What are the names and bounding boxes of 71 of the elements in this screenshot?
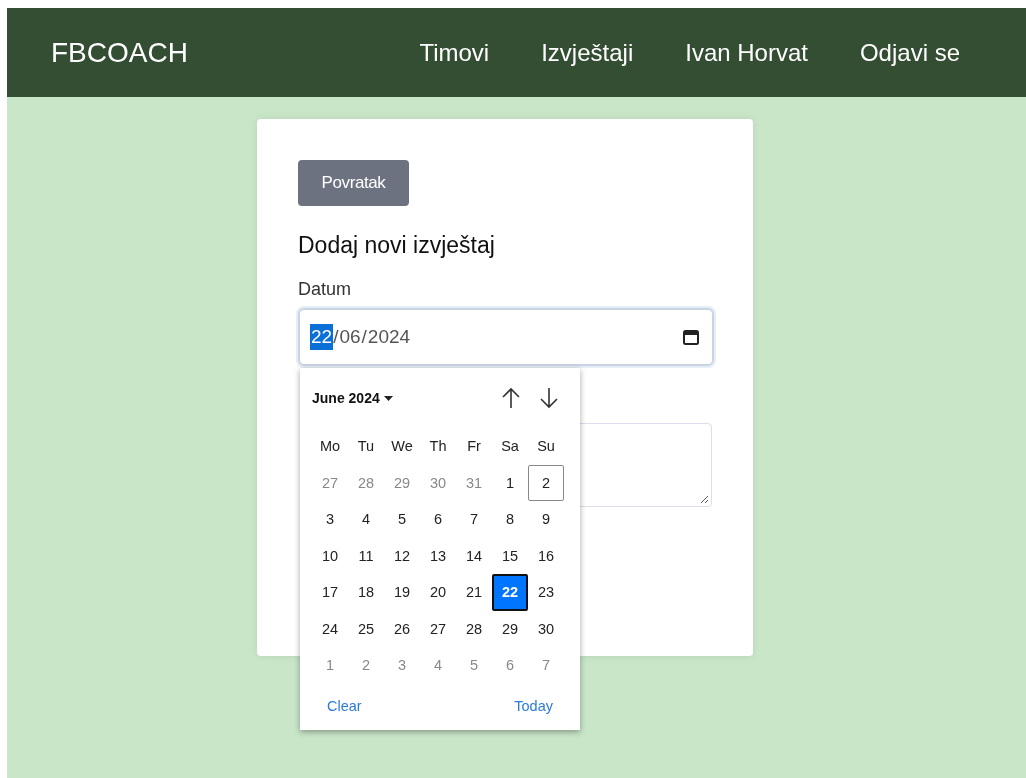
calendar-day[interactable]: 15 [492, 537, 528, 574]
calendar-day[interactable]: 1 [312, 647, 348, 684]
calendar-day[interactable]: 18 [348, 574, 384, 611]
date-input-field[interactable]: 22/06/2024 [298, 308, 714, 366]
calendar-day[interactable]: 1 [492, 464, 528, 501]
calendar-day[interactable]: 20 [420, 574, 456, 611]
nav-link[interactable]: Ivan Horvat [685, 38, 808, 67]
calendar-day[interactable]: 26 [384, 610, 420, 647]
weekday-label: Th [428, 437, 448, 457]
calendar-day[interactable]: 28 [456, 610, 492, 647]
calendar-day[interactable]: 5 [384, 501, 420, 538]
calendar-day[interactable]: 25 [348, 610, 384, 647]
calendar-day[interactable]: 29 [492, 610, 528, 647]
calendar-day[interactable]: 6 [420, 501, 456, 538]
calendar-day[interactable]: 3 [312, 501, 348, 538]
calendar-day[interactable]: 13 [420, 537, 456, 574]
weekday-label: Mo [318, 437, 342, 457]
today-button[interactable]: Today [514, 697, 553, 714]
caret-icon [383, 395, 393, 401]
date-separator: / [333, 326, 339, 348]
calendar-day[interactable]: 30 [528, 610, 564, 647]
calendar-day[interactable]: 14 [456, 537, 492, 574]
calendar-day[interactable]: 7 [528, 647, 564, 684]
calendar-day[interactable]: 7 [456, 501, 492, 538]
month-dropdown[interactable]: June 2024 [312, 390, 393, 406]
date-separator: / [361, 326, 367, 348]
up-arrow-icon[interactable] [500, 387, 522, 409]
weekday-label: Sa [500, 437, 520, 457]
resize-grip-icon[interactable] [700, 495, 709, 504]
calendar-day[interactable]: 27 [420, 610, 456, 647]
calendar-day[interactable]: 19 [384, 574, 420, 611]
calendar-day[interactable]: 4 [420, 647, 456, 684]
date-label: Datum [298, 279, 351, 300]
calendar-day[interactable]: 22 [492, 574, 528, 611]
form-heading: Dodaj novi izvještaj [298, 232, 496, 259]
calendar-day[interactable]: 16 [528, 537, 564, 574]
calendar-day[interactable]: 21 [456, 574, 492, 611]
calendar-day[interactable]: 2 [528, 464, 564, 501]
weekday-label: We [390, 437, 414, 457]
calendar-day[interactable]: 11 [348, 537, 384, 574]
nav-link[interactable]: Timovi [419, 38, 490, 67]
weekday-label: Tu [356, 437, 376, 457]
calendar-day[interactable]: 9 [528, 501, 564, 538]
calendar-day[interactable]: 28 [348, 464, 384, 501]
calendar-day[interactable]: 17 [312, 574, 348, 611]
calendar-day[interactable]: 30 [420, 464, 456, 501]
calendar-day[interactable]: 24 [312, 610, 348, 647]
calendar-day[interactable]: 4 [348, 501, 384, 538]
date-segment[interactable]: 22 [310, 324, 334, 350]
down-arrow-icon[interactable] [538, 387, 560, 409]
calendar-day[interactable]: 2 [348, 647, 384, 684]
back-button[interactable]: Povratak [298, 160, 409, 206]
clear-button[interactable]: Clear [327, 697, 362, 714]
calendar-day[interactable]: 6 [492, 647, 528, 684]
calendar-day[interactable]: 27 [312, 464, 348, 501]
calendar-day[interactable]: 29 [384, 464, 420, 501]
brand-logo[interactable]: FBCOACH [51, 36, 420, 69]
calendar-day[interactable]: 5 [456, 647, 492, 684]
calendar-icon[interactable] [682, 328, 700, 346]
calendar-day[interactable]: 3 [384, 647, 420, 684]
calendar-day[interactable]: 31 [456, 464, 492, 501]
weekday-label: Fr [466, 437, 482, 457]
nav-link[interactable]: Odjavi se [859, 38, 960, 67]
nav-link[interactable]: Izvještaji [541, 38, 634, 67]
calendar-day[interactable]: 10 [312, 537, 348, 574]
calendar-day[interactable]: 23 [528, 574, 564, 611]
date-segment[interactable]: 06 [338, 324, 362, 350]
date-segment[interactable]: 2024 [366, 324, 412, 350]
calendar-day[interactable]: 8 [492, 501, 528, 538]
weekday-label: Su [536, 437, 556, 457]
calendar-day[interactable]: 12 [384, 537, 420, 574]
